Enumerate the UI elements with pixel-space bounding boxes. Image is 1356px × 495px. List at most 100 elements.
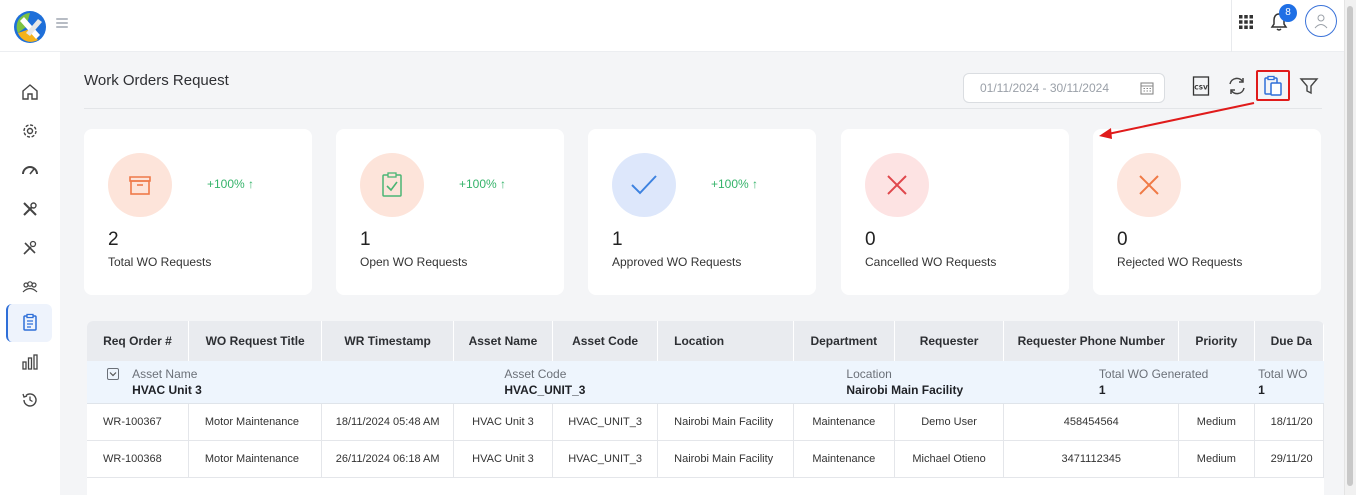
tools-icon (23, 202, 37, 216)
group-label: Location (846, 367, 892, 381)
card-icon-bg (865, 153, 929, 217)
sidebar-item-team[interactable] (0, 269, 60, 305)
card-value: 1 (612, 229, 623, 250)
work-orders-table: Req Order # WO Request Title WR Timestam… (87, 321, 1324, 495)
group-row[interactable]: Asset Name HVAC Unit 3 Asset Code HVAC_U… (87, 361, 1324, 404)
csv-label: CSV (1194, 85, 1208, 92)
topbar-divider (1231, 0, 1232, 52)
cell-phone: 3471112345 (1003, 440, 1180, 478)
card-value: 0 (865, 229, 876, 250)
table-header-row: Req Order # WO Request Title WR Timestam… (87, 321, 1324, 361)
cell-asset-name: HVAC Unit 3 (453, 440, 554, 478)
clipboard-icon (23, 313, 37, 331)
history-icon (22, 393, 37, 407)
filter-button[interactable] (1297, 74, 1321, 98)
menu-toggle-icon[interactable] (56, 18, 68, 28)
copy-clipboard-button[interactable] (1256, 70, 1290, 101)
sidebar-item-dashboard[interactable] (0, 152, 60, 188)
column-header[interactable]: Asset Name (453, 321, 554, 361)
group-label: Asset Code (504, 367, 567, 381)
scrollbar-thumb[interactable] (1347, 6, 1353, 486)
column-header[interactable]: Requester (894, 321, 1005, 361)
card-label: Open WO Requests (360, 255, 468, 269)
column-header[interactable]: Due Da (1254, 321, 1324, 361)
notification-badge: 8 (1279, 4, 1297, 22)
cell-location: Nairobi Main Facility (657, 440, 794, 478)
column-header[interactable]: WR Timestamp (321, 321, 454, 361)
cell-department: Maintenance (793, 440, 895, 478)
column-header[interactable]: Requester Phone Number (1003, 321, 1180, 361)
sidebar (0, 52, 60, 495)
card-label: Total WO Requests (108, 255, 212, 269)
cell-asset-name: HVAC Unit 3 (453, 403, 554, 441)
sidebar-item-history[interactable] (0, 382, 60, 418)
main-content: Work Orders Request 01/11/2024 - 30/11/2… (60, 52, 1356, 495)
check-icon (631, 175, 657, 195)
top-bar: 8 (0, 0, 1356, 52)
cell-title: Motor Maintenance (188, 403, 323, 441)
app-logo[interactable] (12, 9, 48, 45)
table-row[interactable]: WR-100367 Motor Maintenance 18/11/2024 0… (87, 403, 1324, 441)
group-value: Nairobi Main Facility (846, 383, 964, 397)
collapse-toggle-icon[interactable] (107, 368, 119, 380)
card-icon-bg (360, 153, 424, 217)
cell-req-order: WR-100368 (87, 440, 189, 478)
cell-requester: Demo User (894, 403, 1005, 441)
card-approved-requests: +100% ↑ 1 Approved WO Requests (588, 129, 816, 295)
refresh-button[interactable] (1225, 74, 1249, 98)
export-csv-button[interactable]: CSV (1189, 74, 1213, 98)
cell-timestamp: 26/11/2024 06:18 AM (321, 440, 454, 478)
user-icon (1314, 14, 1328, 29)
cell-phone: 458454564 (1003, 403, 1180, 441)
column-header[interactable]: WO Request Title (188, 321, 323, 361)
card-value: 1 (360, 229, 371, 250)
sidebar-item-tools[interactable] (0, 191, 60, 227)
sidebar-item-home[interactable] (0, 74, 60, 110)
gear-icon (23, 124, 37, 138)
group-value: HVAC Unit 3 (132, 383, 202, 397)
column-header[interactable]: Department (793, 321, 895, 361)
home-icon (22, 84, 38, 100)
user-avatar[interactable] (1305, 5, 1337, 37)
card-total-requests: +100% ↑ 2 Total WO Requests (84, 129, 312, 295)
group-value: 1 (1098, 383, 1106, 397)
team-icon (22, 281, 38, 293)
card-open-requests: +100% ↑ 1 Open WO Requests (336, 129, 564, 295)
card-change: +100% ↑ (459, 177, 507, 191)
cell-requester: Michael Otieno (894, 440, 1005, 478)
group-value: 1 (1258, 383, 1265, 397)
card-change: +100% ↑ (711, 177, 759, 191)
cell-location: Nairobi Main Facility (657, 403, 794, 441)
sidebar-item-settings[interactable] (0, 113, 60, 149)
cell-due-date: 29/11/20 (1254, 440, 1324, 478)
card-cancelled-requests: 0 Cancelled WO Requests (841, 129, 1069, 295)
apps-grid-icon[interactable] (1238, 14, 1254, 30)
column-header[interactable]: Priority (1178, 321, 1255, 361)
title-divider (84, 108, 1322, 109)
group-value: HVAC_UNIT_3 (504, 383, 586, 397)
date-range-picker[interactable]: 01/11/2024 - 30/11/2024 (963, 73, 1165, 103)
card-value: 0 (1117, 229, 1128, 250)
group-label: Total WO (1258, 367, 1308, 381)
sidebar-item-work-orders[interactable] (0, 304, 60, 342)
group-label: Asset Name (132, 367, 198, 381)
card-value: 2 (108, 229, 119, 250)
column-header[interactable]: Asset Code (552, 321, 659, 361)
card-icon-bg (1117, 153, 1181, 217)
sidebar-item-maintenance[interactable] (0, 230, 60, 266)
clipboard-check-icon (382, 172, 402, 197)
clipboard-copy-icon (1264, 75, 1282, 96)
card-icon-bg (108, 153, 172, 217)
column-header[interactable]: Req Order # (87, 321, 189, 361)
wrench-icon (23, 240, 37, 255)
card-rejected-requests: 0 Rejected WO Requests (1093, 129, 1321, 295)
sidebar-item-reports[interactable] (0, 344, 60, 380)
card-icon-bg (612, 153, 676, 217)
table-row[interactable]: WR-100368 Motor Maintenance 26/11/2024 0… (87, 440, 1324, 478)
csv-icon: CSV (1192, 76, 1210, 96)
cell-timestamp: 18/11/2024 05:48 AM (321, 403, 454, 441)
card-label: Cancelled WO Requests (865, 255, 997, 269)
card-label: Approved WO Requests (612, 255, 742, 269)
column-header[interactable]: Location (657, 321, 794, 361)
card-label: Rejected WO Requests (1117, 255, 1243, 269)
